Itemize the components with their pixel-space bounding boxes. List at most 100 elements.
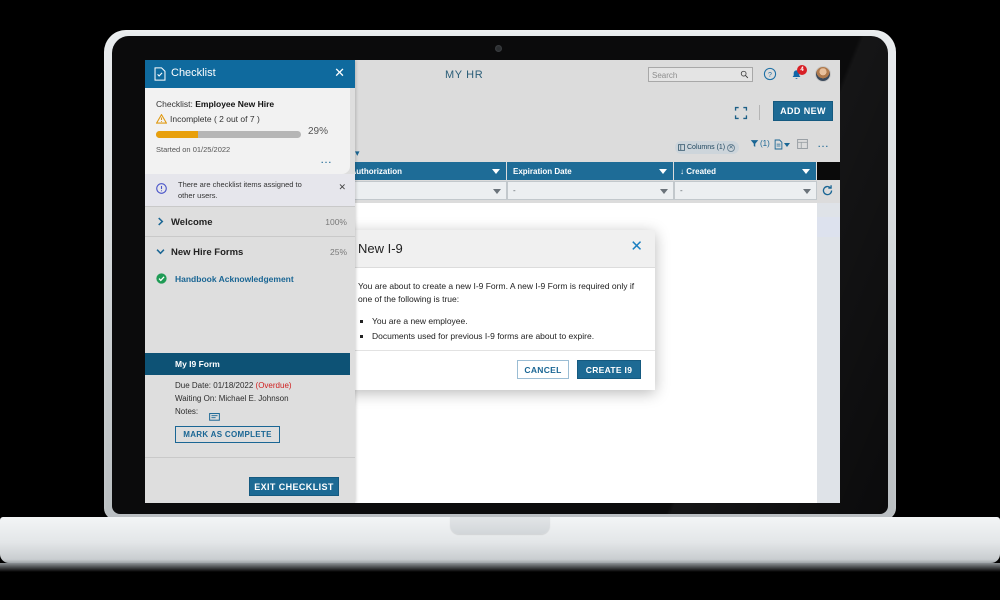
list-item-handbook-acknowledgement[interactable]: Handbook Acknowledgement bbox=[145, 268, 355, 290]
close-icon[interactable]: ✕ bbox=[630, 239, 643, 255]
search-box[interactable] bbox=[648, 67, 753, 82]
checklist-progress-bar bbox=[156, 131, 301, 138]
checklist-panel-header: Checklist ✕ bbox=[145, 60, 355, 88]
column-header-work-authorization[interactable]: rk Authorization bbox=[335, 162, 507, 180]
cancel-button[interactable]: CANCEL bbox=[517, 360, 569, 379]
column-header-label: ↓ Created bbox=[680, 166, 717, 176]
expand-fullscreen-icon[interactable] bbox=[734, 106, 748, 120]
sidebar-item-welcome[interactable]: Welcome 100% bbox=[145, 208, 355, 236]
list-item: You are a new employee. bbox=[372, 314, 641, 328]
sidebar-item-new-hire-forms[interactable]: New Hire Forms 25% bbox=[145, 238, 355, 266]
checklist-panel: Checklist ✕ Checklist: Employee New Hire… bbox=[145, 60, 355, 503]
dialog-header: New I-9 ✕ bbox=[345, 230, 655, 268]
avatar[interactable] bbox=[815, 66, 831, 82]
more-options-icon[interactable]: … bbox=[817, 136, 830, 150]
laptop-screen: MY HR ? 4 bbox=[145, 60, 840, 503]
checklist-name: Employee New Hire bbox=[195, 99, 275, 109]
chevron-down-icon[interactable] bbox=[660, 189, 668, 194]
checklist-panel-title: Checklist bbox=[171, 67, 216, 79]
warning-triangle-icon bbox=[156, 114, 167, 124]
grid-header-corner bbox=[817, 162, 840, 180]
due-date-value: 01/18/2022 bbox=[213, 381, 254, 390]
filter-icon[interactable] bbox=[750, 139, 759, 148]
checklist-progress-percent: 29% bbox=[308, 126, 329, 137]
chevron-down-icon[interactable] bbox=[156, 247, 165, 256]
search-icon[interactable] bbox=[740, 70, 749, 79]
filter-control[interactable]: (1) bbox=[750, 139, 770, 148]
grid-rail-highlight bbox=[817, 217, 840, 237]
chevron-down-icon[interactable] bbox=[493, 189, 501, 194]
notifications[interactable]: 4 bbox=[790, 65, 807, 83]
grid-side-rail bbox=[817, 203, 840, 503]
list-item-label: My I9 Form bbox=[175, 359, 220, 369]
checklist-status: Incomplete ( 2 out of 7 ) bbox=[170, 114, 260, 124]
dialog-bullet-list: You are a new employee. Documents used f… bbox=[372, 314, 641, 343]
overdue-badge: (Overdue) bbox=[255, 381, 292, 390]
filter-count: (1) bbox=[760, 139, 770, 148]
layout-grid-icon[interactable] bbox=[797, 139, 808, 149]
checklist-document-icon bbox=[154, 67, 166, 81]
list-item-label: Handbook Acknowledgement bbox=[175, 274, 294, 284]
columns-icon bbox=[678, 144, 685, 151]
chevron-down-icon[interactable] bbox=[659, 169, 667, 174]
layout-control[interactable] bbox=[797, 139, 808, 149]
checklist-progress-fill bbox=[156, 131, 199, 138]
dialog-title: New I-9 bbox=[358, 241, 403, 256]
dialog-paragraph: You are about to create a new I-9 Form. … bbox=[358, 281, 635, 305]
divider bbox=[145, 457, 355, 458]
exit-checklist-button[interactable]: EXIT CHECKLIST bbox=[249, 477, 339, 496]
waiting-on-label: Waiting On: bbox=[175, 394, 217, 403]
group-percent: 100% bbox=[325, 217, 347, 227]
export-document-icon[interactable] bbox=[774, 139, 783, 150]
export-control[interactable] bbox=[774, 139, 790, 150]
search-input[interactable] bbox=[652, 69, 738, 81]
more-options-icon[interactable]: … bbox=[320, 152, 333, 166]
waiting-on-line: Waiting On: Michael E. Johnson bbox=[175, 394, 289, 403]
group-label: New Hire Forms bbox=[171, 247, 244, 258]
create-i9-button[interactable]: CREATE I9 bbox=[577, 360, 641, 379]
column-header-label: Expiration Date bbox=[513, 166, 572, 176]
help-circle-icon[interactable]: ? bbox=[763, 67, 777, 81]
column-header-expiration-date[interactable]: Expiration Date bbox=[507, 162, 674, 180]
column-header-created[interactable]: ↓ Created bbox=[674, 162, 817, 180]
note-comment-icon[interactable] bbox=[209, 413, 220, 422]
chevron-down-icon[interactable] bbox=[492, 169, 500, 174]
new-i9-dialog: New I-9 ✕ You are about to create a new … bbox=[345, 230, 655, 390]
page-title: MY HR bbox=[445, 69, 484, 81]
filter-cell-work-authorization[interactable] bbox=[335, 181, 507, 200]
filter-cell-created[interactable]: - bbox=[674, 181, 817, 200]
chevron-down-icon[interactable] bbox=[802, 169, 810, 174]
chevron-right-icon[interactable] bbox=[156, 217, 165, 226]
columns-chip[interactable]: Columns (1) ✕ bbox=[675, 141, 740, 154]
group-label: Welcome bbox=[171, 217, 213, 228]
close-icon[interactable]: ✕ bbox=[334, 65, 345, 81]
group-percent: 25% bbox=[329, 247, 347, 257]
filter-cell-value: - bbox=[680, 186, 683, 195]
mark-as-complete-button[interactable]: MARK AS COMPLETE bbox=[175, 426, 280, 443]
toolbar-divider bbox=[759, 105, 760, 120]
list-item: Documents used for previous I-9 forms ar… bbox=[372, 329, 641, 343]
refresh-icon[interactable] bbox=[821, 184, 834, 197]
checklist-name-line: Checklist: Employee New Hire bbox=[156, 99, 274, 109]
chevron-down-icon[interactable] bbox=[784, 142, 790, 147]
checklist-summary: Checklist: Employee New Hire Incomplete … bbox=[145, 88, 350, 174]
chevron-down-icon[interactable] bbox=[803, 189, 811, 194]
info-circle-icon bbox=[156, 183, 167, 194]
checklist-footer: EXIT CHECKLIST bbox=[145, 470, 355, 503]
checklist-notice-banner: There are checklist items assigned to ot… bbox=[145, 174, 355, 206]
clear-columns-icon[interactable]: ✕ bbox=[727, 143, 736, 152]
laptop-base-notch bbox=[450, 517, 550, 534]
laptop-base-shadow bbox=[0, 563, 1000, 572]
filter-cell-expiration-date[interactable]: - bbox=[507, 181, 674, 200]
check-circle-icon bbox=[156, 273, 167, 284]
checklist-notice-text: There are checklist items assigned to ot… bbox=[178, 180, 302, 200]
checklist-label: Checklist: bbox=[156, 99, 193, 109]
webcam-dot bbox=[495, 45, 502, 52]
waiting-on-value: Michael E. Johnson bbox=[218, 394, 289, 403]
checklist-started-date: Started on 01/25/2022 bbox=[156, 145, 231, 154]
task-detail-panel: Due Date: 01/18/2022 (Overdue) Waiting O… bbox=[145, 375, 355, 457]
add-new-button[interactable]: ADD NEW bbox=[773, 101, 833, 121]
list-item-my-i9-form[interactable]: My I9 Form bbox=[145, 353, 350, 375]
dialog-footer: CANCEL CREATE I9 bbox=[345, 350, 655, 390]
close-icon[interactable]: ✕ bbox=[338, 182, 346, 193]
